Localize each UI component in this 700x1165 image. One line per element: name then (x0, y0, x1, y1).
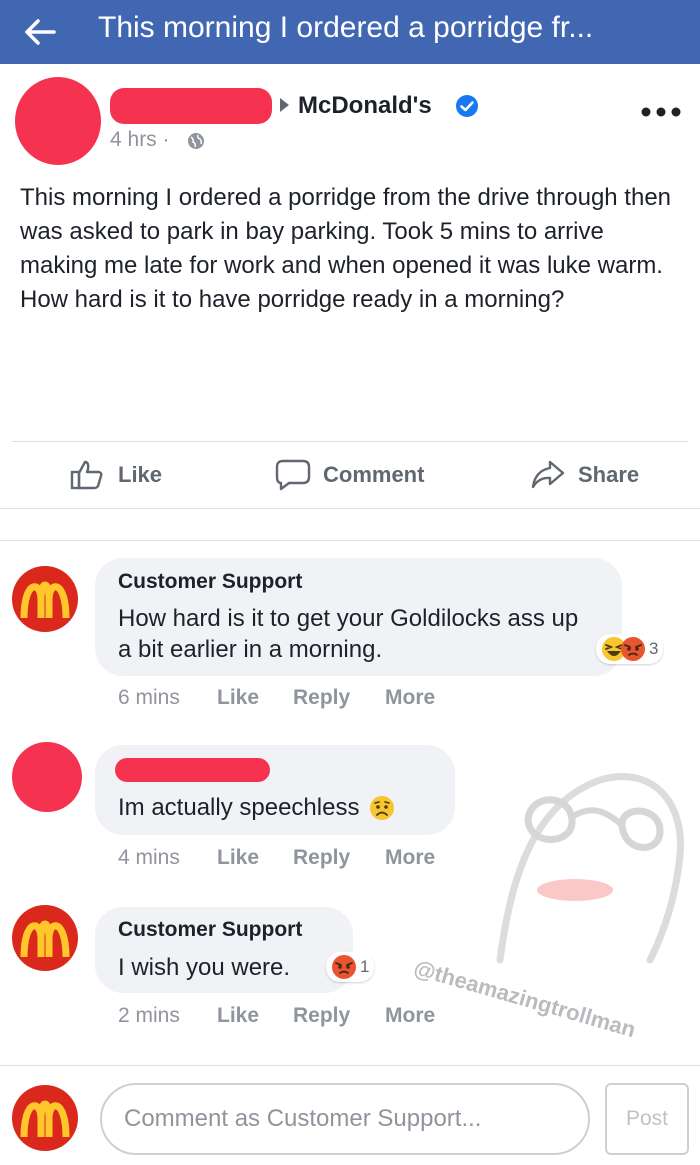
caret-right-icon (280, 98, 289, 112)
like-button[interactable]: Like (70, 452, 162, 498)
redacted-avatar (12, 742, 82, 812)
comment-icon (275, 459, 311, 491)
reaction-count: 3 (649, 639, 659, 658)
reaction-summary[interactable]: 3 (596, 634, 664, 664)
comment-button[interactable]: Comment (275, 452, 424, 498)
angry-icon (621, 637, 645, 661)
divider (0, 540, 700, 541)
share-icon (531, 460, 565, 489)
mcdonalds-logo-avatar (12, 1085, 78, 1151)
top-bar: This morning I ordered a porridge fr... (0, 0, 700, 64)
sketch-face-drawing (496, 773, 684, 964)
comment-more-link[interactable]: More (385, 846, 435, 870)
comment-time[interactable]: 6 mins (118, 686, 180, 710)
like-label: Like (118, 462, 163, 487)
mcdonalds-logo-avatar[interactable] (12, 905, 78, 971)
page-title: This morning I ordered a porridge fr... (98, 11, 594, 44)
divider (0, 1065, 700, 1066)
watermark-text: @theamazingtrollman (411, 955, 639, 1043)
comment-reply-link[interactable]: Reply (293, 686, 350, 710)
more-options-icon[interactable] (640, 105, 682, 119)
golden-arches-icon (20, 1100, 70, 1138)
comment-like-link[interactable]: Like (217, 686, 259, 710)
mcdonalds-logo-avatar[interactable] (12, 566, 78, 632)
post-timestamp[interactable]: 4 hrs · (110, 128, 170, 152)
comment-author[interactable]: Customer Support (118, 570, 302, 594)
comment-like-link[interactable]: Like (217, 1004, 259, 1028)
golden-arches-icon (20, 920, 70, 958)
comment-text: I wish you were. (118, 954, 291, 981)
verified-badge-icon (456, 95, 478, 117)
globe-icon (188, 133, 204, 149)
comment-label: Comment (323, 462, 425, 487)
comment-time[interactable]: 4 mins (118, 846, 180, 870)
reaction-summary[interactable]: 1 (326, 952, 375, 982)
comment-time[interactable]: 2 mins (118, 1004, 180, 1028)
arrow-left-icon[interactable] (22, 14, 58, 50)
share-button[interactable]: Share (530, 452, 639, 498)
comment-reply-link[interactable]: Reply (293, 1004, 350, 1028)
reaction-count: 1 (360, 957, 370, 976)
comment-text: How hard is it to get your Goldilocks as… (118, 605, 579, 663)
redacted-name (115, 758, 270, 782)
comment-more-link[interactable]: More (385, 686, 435, 710)
comment-text: Im actually speechless (118, 792, 395, 823)
comment-input[interactable] (100, 1083, 590, 1155)
comment-more-link[interactable]: More (385, 1004, 435, 1028)
sad-emoji-icon (370, 795, 395, 820)
thumbs-up-icon (70, 460, 103, 490)
angry-icon (332, 955, 356, 979)
share-label: Share (578, 462, 640, 487)
redacted-avatar (15, 77, 101, 165)
divider (0, 508, 700, 509)
post-button[interactable]: Post (605, 1083, 689, 1155)
golden-arches-icon (20, 581, 70, 619)
comment-text-content: Im actually speechless (118, 794, 360, 821)
comment-author[interactable]: Customer Support (118, 918, 302, 942)
page-name[interactable]: McDonald's (298, 92, 432, 120)
divider (12, 441, 688, 442)
post-body: This morning I ordered a porridge from t… (20, 184, 672, 313)
redacted-name (110, 88, 272, 124)
comment-reply-link[interactable]: Reply (293, 846, 350, 870)
comment-like-link[interactable]: Like (217, 846, 259, 870)
